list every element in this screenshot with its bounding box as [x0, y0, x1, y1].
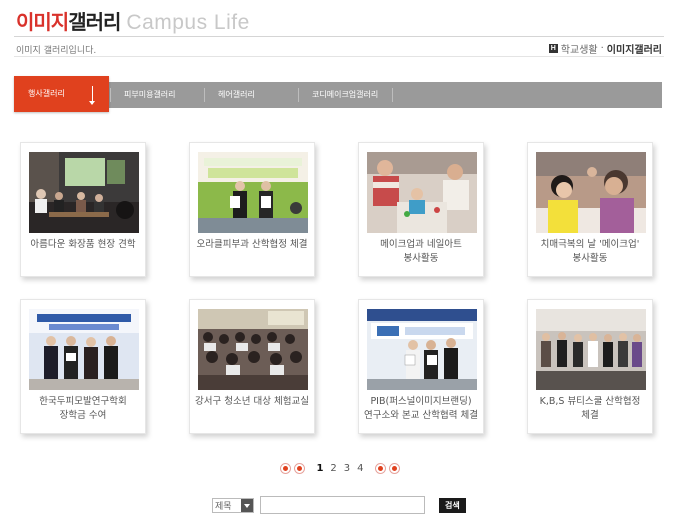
next-page-icon[interactable]: [374, 463, 386, 474]
chevron-down-icon[interactable]: [241, 498, 253, 512]
gallery-caption[interactable]: 치매극복의 날 '메이크업' 봉사활동: [532, 238, 648, 266]
agreement-photo[interactable]: [367, 309, 477, 390]
tab-label: 헤어갤러리: [218, 90, 255, 99]
tab-bar: 행사갤러리 피부미용갤러리 헤어갤러리 코디메이크업갤러리: [14, 76, 662, 112]
arrow-down-icon: [89, 86, 95, 105]
page-link-2[interactable]: 2: [328, 463, 338, 474]
volunteer-photo[interactable]: [367, 152, 477, 233]
gallery-caption[interactable]: 메이크업과 네일아트 봉사활동: [363, 238, 479, 266]
page-title: 이미지갤러리 Campus Life: [16, 6, 250, 35]
search-bar: 제목 검색: [212, 496, 466, 514]
home-icon[interactable]: H: [548, 44, 558, 53]
scholarship-photo[interactable]: [29, 309, 139, 390]
gallery-caption[interactable]: PIB(퍼스널이미지브랜딩) 연구소와 본교 산학협력 체결: [363, 395, 479, 423]
prev-page-icon[interactable]: [294, 463, 306, 474]
divider: [14, 36, 664, 37]
breadcrumb-item-image-gallery[interactable]: 이미지갤러리: [607, 41, 662, 56]
breadcrumb: H 학교생활 · 이미지갤러리: [548, 41, 662, 56]
search-input[interactable]: [260, 496, 425, 514]
pagination: 1 2 3 4: [0, 463, 680, 474]
page-link-4[interactable]: 4: [355, 463, 365, 474]
gallery-item[interactable]: PIB(퍼스널이미지브랜딩) 연구소와 본교 산학협력 체결: [358, 299, 484, 434]
tab-skincare-gallery[interactable]: 피부미용갤러리: [110, 82, 176, 108]
gallery-item[interactable]: 아름다운 화장품 현장 견학: [20, 142, 146, 277]
title-english: Campus Life: [126, 11, 250, 34]
tab-label: 코디메이크업갤러리: [312, 90, 379, 99]
divider: [14, 56, 664, 57]
breadcrumb-item-school-life[interactable]: 학교생활: [561, 41, 598, 56]
breadcrumb-separator: ·: [600, 43, 604, 54]
tab-hair-gallery[interactable]: 헤어갤러리: [204, 82, 255, 108]
gallery-item[interactable]: 강서구 청소년 대상 체험교실: [189, 299, 315, 434]
gallery-item[interactable]: K,B,S 뷰티스쿨 산학협정 체결: [527, 299, 653, 434]
select-value: 제목: [215, 501, 232, 512]
ceremony-photo[interactable]: [198, 152, 308, 233]
gallery-caption[interactable]: 강서구 청소년 대상 체험교실: [194, 395, 310, 409]
tab-event-gallery[interactable]: 행사갤러리: [14, 76, 109, 112]
title-red: 이미지: [16, 10, 69, 34]
gallery-item[interactable]: 한국두피모발연구학회 장학금 수여: [20, 299, 146, 434]
page-link-1[interactable]: 1: [314, 463, 325, 474]
last-page-icon[interactable]: [388, 463, 400, 474]
classroom-photo[interactable]: [29, 152, 139, 233]
title-dark: 갤러리: [68, 10, 121, 34]
first-page-icon[interactable]: [280, 463, 292, 474]
tab-label: 피부미용갤러리: [124, 90, 176, 99]
tab-makeup-gallery[interactable]: 코디메이크업갤러리: [297, 82, 379, 108]
gallery-item[interactable]: 오라클피부과 산학협정 체결: [189, 142, 315, 277]
gallery-caption[interactable]: 한국두피모발연구학회 장학금 수여: [25, 395, 141, 423]
gallery-caption[interactable]: K,B,S 뷰티스쿨 산학협정 체결: [532, 395, 648, 423]
gallery-item[interactable]: 치매극복의 날 '메이크업' 봉사활동: [527, 142, 653, 277]
experience-class-photo[interactable]: [198, 309, 308, 390]
page-link-3[interactable]: 3: [342, 463, 352, 474]
page-subtitle: 이미지 갤러리입니다.: [16, 46, 97, 56]
tab-divider: [392, 82, 407, 108]
gallery-item[interactable]: 메이크업과 네일아트 봉사활동: [358, 142, 484, 277]
makeup-service-photo[interactable]: [536, 152, 646, 233]
tab-label: 행사갤러리: [28, 89, 65, 98]
group-photo[interactable]: [536, 309, 646, 390]
gallery-caption[interactable]: 아름다운 화장품 현장 견학: [25, 238, 141, 252]
search-field-select[interactable]: 제목: [212, 497, 254, 513]
search-button[interactable]: 검색: [439, 497, 466, 513]
gallery-caption[interactable]: 오라클피부과 산학협정 체결: [194, 238, 310, 252]
